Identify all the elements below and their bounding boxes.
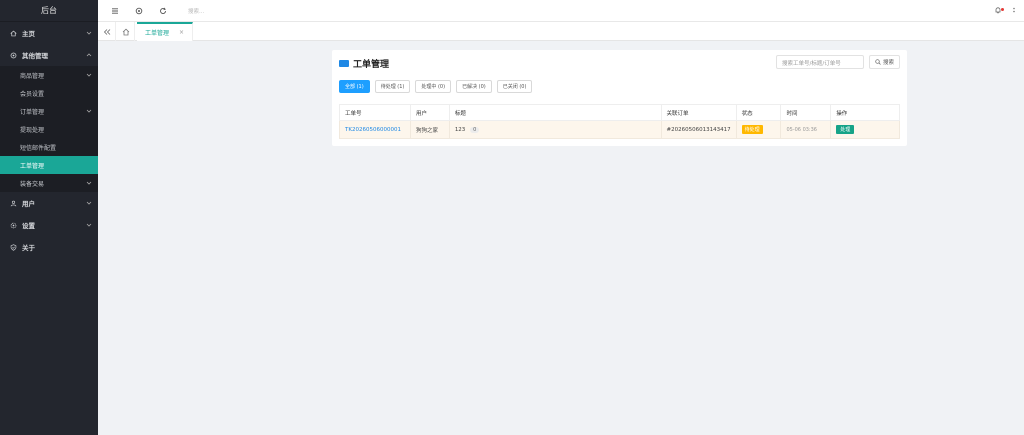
chevron-down-icon: [86, 30, 92, 36]
search-button[interactable]: 搜索: [869, 55, 900, 69]
ticket-table: 工单号 用户 标题 关联订单 状态 时间 操作 TK20260506000001…: [339, 104, 900, 139]
chevron-down-icon: [86, 180, 92, 186]
status-filters: 全部 (1) 待处理 (1) 处理中 (0) 已解决 (0) 已关闭 (0): [339, 80, 533, 93]
tab-ticket-management[interactable]: 工单管理 ×: [137, 22, 194, 41]
tab-close-icon[interactable]: ×: [179, 29, 184, 36]
shield-check-icon: [9, 243, 18, 252]
ticket-user: 狗狗之家: [415, 127, 438, 134]
filter-all[interactable]: 全部 (1): [339, 80, 370, 93]
menu-toggle-icon[interactable]: [110, 6, 120, 16]
sidebar-item-label: 关于: [22, 244, 35, 252]
sidebar-item-users[interactable]: 用户: [0, 192, 98, 214]
column-header: 标题: [448, 104, 662, 121]
sidebar-item-label: 会员设置: [20, 90, 45, 98]
ticket-icon: [339, 60, 349, 67]
settings-icon: [9, 221, 18, 230]
gear-circle-icon: [9, 51, 18, 60]
more-icon[interactable]: [1010, 6, 1018, 14]
top-search-input[interactable]: 搜索...: [188, 7, 204, 15]
column-header: 时间: [780, 104, 832, 121]
home-tab-icon[interactable]: [117, 22, 135, 41]
process-button[interactable]: 处理: [836, 125, 855, 134]
sidebar-item-sms-email-config[interactable]: 短信邮件配置: [0, 138, 98, 156]
tabs-bar: 工单管理 ×: [98, 22, 1024, 41]
ticket-title: 123: [454, 126, 466, 133]
reply-count-badge: 0: [470, 126, 480, 133]
sidebar-item-label: 其他管理: [22, 52, 48, 60]
filter-pending[interactable]: 待处理 (1): [374, 80, 411, 93]
chevron-down-icon: [86, 200, 92, 206]
refresh-icon[interactable]: [158, 6, 168, 16]
sidebar-item-product-management[interactable]: 商品管理: [0, 66, 98, 84]
column-header: 关联订单: [660, 104, 737, 121]
notification-dot: [1001, 8, 1004, 11]
sidebar-item-label: 装备交易: [20, 180, 45, 188]
page-title-text: 工单管理: [353, 60, 390, 70]
table-row[interactable]: TK20260506000001 狗狗之家 123 0 #20260506013…: [339, 120, 900, 139]
sidebar-item-settings[interactable]: 设置: [0, 214, 98, 236]
ticket-card: 工单管理 搜索工单号/标题/订单号 搜索 全部 (1) 待处理 (1) 处理中 …: [332, 50, 907, 146]
sidebar-title: 后台: [0, 0, 98, 22]
column-header: 状态: [735, 104, 782, 121]
sidebar-item-member-settings[interactable]: 会员设置: [0, 84, 98, 102]
search-button-label: 搜索: [882, 60, 894, 66]
top-bar: 搜索...: [98, 0, 1024, 22]
sidebar-item-withdrawals[interactable]: 提现处理: [0, 120, 98, 138]
sidebar-item-label: 提现处理: [20, 126, 45, 134]
chevron-up-icon: [86, 52, 92, 58]
table-header-row: 工单号 用户 标题 关联订单 状态 时间 操作: [339, 104, 900, 121]
collapse-left-icon[interactable]: [98, 22, 116, 41]
target-icon[interactable]: [134, 6, 144, 16]
sidebar-item-label: 商品管理: [20, 72, 45, 80]
column-header: 工单号: [339, 104, 411, 121]
sidebar: 后台 主页 其他管理 商品管理 会员设置 订单管理 提现处理 短信邮件配置 工单…: [0, 0, 98, 435]
sidebar-item-equipment-trading[interactable]: 装备交易: [0, 174, 98, 192]
ticket-number-link[interactable]: TK20260506000001: [345, 127, 401, 133]
sidebar-item-label: 设置: [22, 222, 35, 230]
sidebar-item-label: 短信邮件配置: [20, 144, 57, 152]
home-icon: [9, 29, 18, 38]
notification-bell-icon[interactable]: [994, 6, 1004, 14]
status-badge: 待处理: [741, 125, 763, 134]
sidebar-submenu: 商品管理 会员设置 订单管理 提现处理 短信邮件配置 工单管理 装备交易: [0, 66, 98, 192]
filter-closed[interactable]: 已关闭 (0): [496, 80, 533, 93]
related-order: #20260506013143417: [666, 126, 731, 133]
chevron-down-icon: [86, 72, 92, 78]
sidebar-item-label: 主页: [22, 30, 35, 38]
filter-resolved[interactable]: 已解决 (0): [456, 80, 492, 93]
ticket-search-input[interactable]: 搜索工单号/标题/订单号: [776, 55, 864, 69]
sidebar-item-home[interactable]: 主页: [0, 22, 98, 44]
sidebar-item-other-management[interactable]: 其他管理: [0, 44, 98, 66]
sidebar-item-about[interactable]: 关于: [0, 236, 98, 258]
chevron-down-icon: [86, 222, 92, 228]
ticket-time: 05-06 03:36: [786, 126, 817, 133]
sidebar-item-label: 工单管理: [20, 162, 45, 170]
column-header: 操作: [830, 104, 900, 121]
sidebar-item-label: 订单管理: [20, 108, 45, 116]
top-right-tools: [994, 6, 1018, 14]
column-header: 用户: [409, 104, 450, 121]
page-title: 工单管理: [339, 57, 389, 70]
search-icon: [875, 59, 881, 65]
sidebar-item-order-management[interactable]: 订单管理: [0, 102, 98, 120]
sidebar-item-label: 用户: [22, 200, 35, 208]
chevron-down-icon: [86, 108, 92, 114]
tab-label: 工单管理: [145, 30, 170, 37]
sidebar-item-ticket-management[interactable]: 工单管理: [0, 156, 98, 174]
filter-processing[interactable]: 处理中 (0): [415, 80, 452, 93]
user-icon: [9, 199, 18, 208]
